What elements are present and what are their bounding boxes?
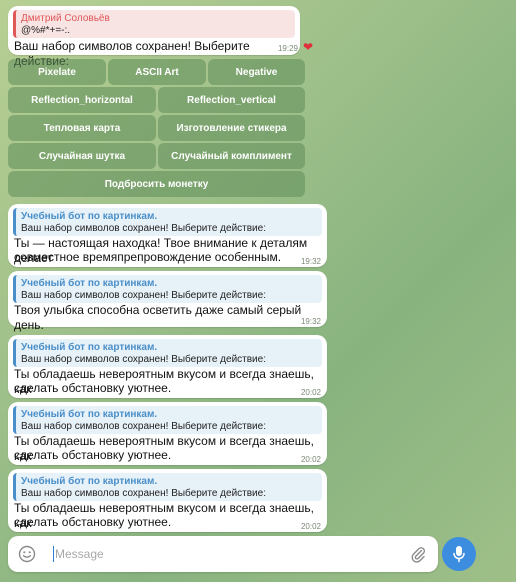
message-bubble[interactable]: Учебный бот по картинкам. Ваш набор симв… xyxy=(8,335,327,398)
microphone-button[interactable] xyxy=(442,537,476,571)
keyboard-button-negative[interactable]: Negative xyxy=(208,59,305,85)
message-time: 19:32 xyxy=(300,317,321,326)
message-text-line: совместное времяпрепровождение особенным… xyxy=(14,250,282,264)
message-time: 20:02 xyxy=(300,455,321,464)
keyboard-button-pixelate[interactable]: Pixelate xyxy=(8,59,106,85)
smile-icon[interactable] xyxy=(18,545,36,563)
chat-area: Дмитрий Соловьёв @%#*+=-:. Ваш набор сим… xyxy=(0,0,516,582)
reply-quote[interactable]: Дмитрий Соловьёв @%#*+=-:. xyxy=(13,10,295,38)
keyboard-button-heatmap[interactable]: Тепловая карта xyxy=(8,115,156,141)
text-caret xyxy=(53,546,54,562)
message-time: 19:32 xyxy=(300,257,321,266)
keyboard-button-reflection-horizontal[interactable]: Reflection_horizontal xyxy=(8,87,156,113)
message-time: 20:02 xyxy=(300,522,321,531)
quote-sender-name: Учебный бот по картинкам. xyxy=(21,278,158,289)
microphone-icon xyxy=(453,546,465,563)
quote-text: @%#*+=-:. xyxy=(21,25,71,36)
keyboard-button-ascii-art[interactable]: ASCII Art xyxy=(108,59,206,85)
keyboard-button-reflection-vertical[interactable]: Reflection_vertical xyxy=(158,87,305,113)
message-text-line: сделать обстановку уютнее. xyxy=(14,381,172,395)
message-bubble[interactable]: Учебный бот по картинкам. Ваш набор симв… xyxy=(8,469,327,532)
quote-sender-name: Учебный бот по картинкам. xyxy=(21,476,158,487)
quote-text: Ваш набор символов сохранен! Выберите де… xyxy=(21,290,266,301)
message-text-line: сделать обстановку уютнее. xyxy=(14,515,172,529)
quote-sender-name: Учебный бот по картинкам. xyxy=(21,409,158,420)
keyboard-button-random-joke[interactable]: Случайная шутка xyxy=(8,143,156,169)
message-time: 19:29 xyxy=(277,44,298,53)
keyboard-button-make-sticker[interactable]: Изготовление стикера xyxy=(158,115,305,141)
quote-text: Ваш набор символов сохранен! Выберите де… xyxy=(21,488,266,499)
quote-sender-name: Учебный бот по картинкам. xyxy=(21,342,158,353)
quote-text: Ваш набор символов сохранен! Выберите де… xyxy=(21,223,266,234)
reply-quote[interactable]: Учебный бот по картинкам. Ваш набор симв… xyxy=(13,208,322,236)
message-time: 20:02 xyxy=(300,388,321,397)
reply-quote[interactable]: Учебный бот по картинкам. Ваш набор симв… xyxy=(13,473,322,501)
message-bubble[interactable]: Дмитрий Соловьёв @%#*+=-:. Ваш набор сим… xyxy=(8,6,300,68)
quote-sender-name: Учебный бот по картинкам. xyxy=(21,211,158,222)
keyboard-button-flip-coin[interactable]: Подбросить монетку xyxy=(8,171,305,197)
message-composer[interactable]: Message xyxy=(8,536,438,572)
reply-quote[interactable]: Учебный бот по картинкам. Ваш набор симв… xyxy=(13,406,322,434)
quote-sender-name: Дмитрий Соловьёв xyxy=(21,13,110,24)
reply-quote[interactable]: Учебный бот по картинкам. Ваш набор симв… xyxy=(13,339,322,367)
message-input[interactable]: Message xyxy=(55,547,104,561)
paperclip-icon[interactable] xyxy=(410,545,426,563)
quote-text: Ваш набор символов сохранен! Выберите де… xyxy=(21,354,266,365)
message-text-line: Твоя улыбка способна осветить даже самый… xyxy=(14,303,302,332)
reply-quote[interactable]: Учебный бот по картинкам. Ваш набор симв… xyxy=(13,275,322,303)
message-bubble[interactable]: Учебный бот по картинкам. Ваш набор симв… xyxy=(8,204,327,267)
keyboard-button-random-compliment[interactable]: Случайный комплимент xyxy=(158,143,305,169)
quote-text: Ваш набор символов сохранен! Выберите де… xyxy=(21,421,266,432)
message-bubble[interactable]: Учебный бот по картинкам. Ваш набор симв… xyxy=(8,402,327,465)
heart-reaction-icon[interactable]: ❤ xyxy=(303,40,313,54)
message-text-line: сделать обстановку уютнее. xyxy=(14,448,172,462)
message-bubble[interactable]: Учебный бот по картинкам. Ваш набор симв… xyxy=(8,271,327,332)
